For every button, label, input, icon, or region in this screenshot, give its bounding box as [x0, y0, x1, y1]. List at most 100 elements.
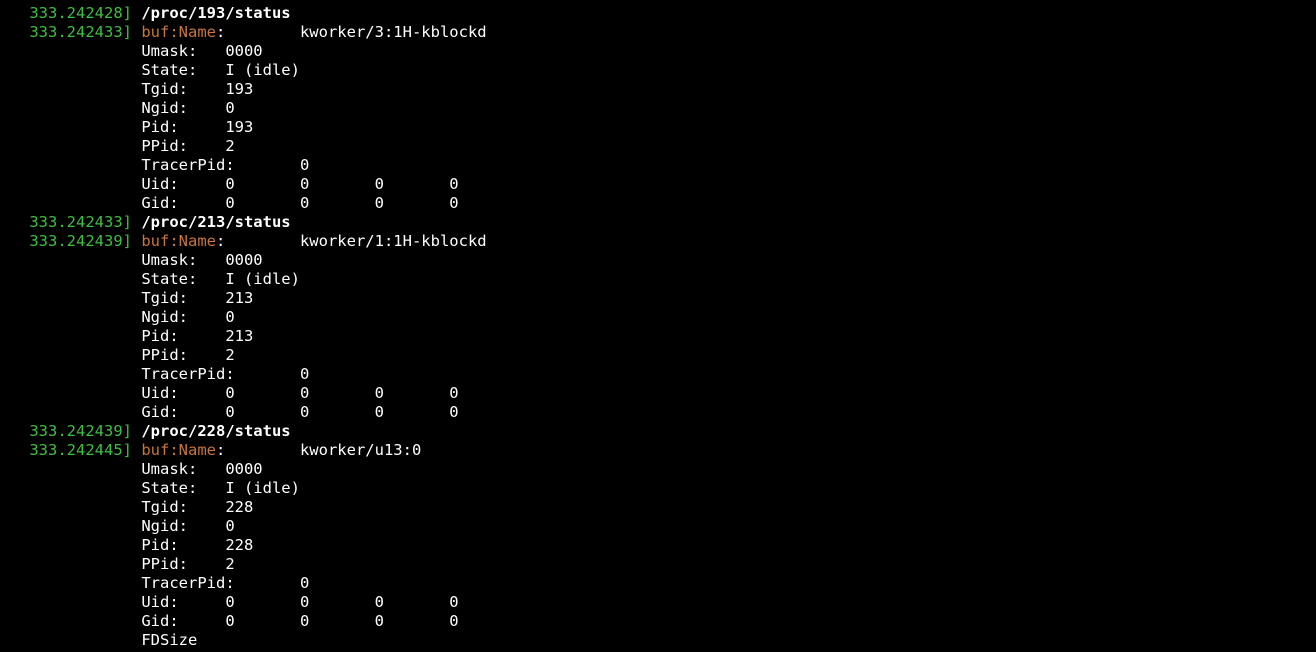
- status-field: Tgid: 213: [141, 289, 254, 307]
- status-field: PPid: 2: [141, 137, 235, 155]
- terminal-line: Uid: 0 0 0 0: [20, 593, 1310, 612]
- log-timestamp: [20, 403, 141, 421]
- process-name-value: : kworker/1:1H-kblockd: [215, 232, 487, 250]
- status-field: Umask: 0000: [141, 460, 263, 478]
- status-field: PPid: 2: [141, 346, 235, 364]
- status-field: PPid: 2: [141, 555, 235, 573]
- terminal-line: 333.242439] /proc/228/status: [20, 422, 1310, 441]
- process-name-value: : kworker/u13:0: [215, 441, 422, 459]
- status-field: State: I (idle): [141, 270, 300, 288]
- terminal-line: Pid: 193: [20, 118, 1310, 137]
- log-timestamp: [20, 327, 141, 345]
- log-timestamp: [20, 517, 141, 535]
- status-field: Uid: 0 0 0 0: [141, 593, 459, 611]
- terminal-output[interactable]: 333.242428] /proc/193/status 333.242433]…: [20, 4, 1310, 650]
- log-timestamp: [20, 365, 141, 383]
- log-timestamp: 333.242439]: [20, 422, 142, 440]
- terminal-line: Ngid: 0: [20, 517, 1310, 536]
- log-timestamp: [20, 118, 141, 136]
- terminal-line: Tgid: 213: [20, 289, 1310, 308]
- log-timestamp: [20, 536, 141, 554]
- status-field: TracerPid: 0: [141, 574, 310, 592]
- status-field: Gid: 0 0 0 0: [141, 194, 459, 212]
- log-timestamp: [20, 80, 141, 98]
- log-timestamp: [20, 175, 141, 193]
- status-field: Uid: 0 0 0 0: [141, 384, 459, 402]
- log-timestamp: [20, 194, 141, 212]
- status-field: State: I (idle): [141, 61, 300, 79]
- status-field: Ngid: 0: [141, 99, 235, 117]
- status-field: Gid: 0 0 0 0: [141, 612, 459, 630]
- log-timestamp: 333.242439]: [20, 232, 142, 250]
- log-timestamp: [20, 479, 141, 497]
- log-timestamp: [20, 384, 141, 402]
- log-timestamp: [20, 99, 141, 117]
- terminal-line: Tgid: 228: [20, 498, 1310, 517]
- terminal-line: Tgid: 193: [20, 80, 1310, 99]
- status-field: Tgid: 193: [141, 80, 254, 98]
- status-field: Uid: 0 0 0 0: [141, 175, 459, 193]
- status-field: TracerPid: 0: [141, 156, 310, 174]
- status-field: TracerPid: 0: [141, 365, 310, 383]
- log-timestamp: [20, 251, 141, 269]
- status-field: Tgid: 228: [141, 498, 254, 516]
- terminal-line: 333.242439] buf:Name: kworker/1:1H-kbloc…: [20, 232, 1310, 251]
- log-timestamp: [20, 460, 141, 478]
- terminal-line: 333.242445] buf:Name: kworker/u13:0: [20, 441, 1310, 460]
- log-timestamp: 333.242433]: [20, 23, 142, 41]
- terminal-line: Pid: 213: [20, 327, 1310, 346]
- terminal-line: Umask: 0000: [20, 251, 1310, 270]
- status-field: Umask: 0000: [141, 42, 263, 60]
- terminal-line: 333.242428] /proc/193/status: [20, 4, 1310, 23]
- status-field: Pid: 193: [141, 118, 254, 136]
- terminal-line: 333.242433] buf:Name: kworker/3:1H-kbloc…: [20, 23, 1310, 42]
- log-timestamp: [20, 270, 141, 288]
- buf-label: buf:Name: [141, 441, 216, 459]
- terminal-line: TracerPid: 0: [20, 365, 1310, 384]
- terminal-line: TracerPid: 0: [20, 156, 1310, 175]
- terminal-line: Gid: 0 0 0 0: [20, 403, 1310, 422]
- status-field: Pid: 228: [141, 536, 254, 554]
- terminal-line: 333.242433] /proc/213/status: [20, 213, 1310, 232]
- status-field: FDSize: [141, 631, 198, 649]
- status-field: Ngid: 0: [141, 308, 235, 326]
- terminal-line: PPid: 2: [20, 346, 1310, 365]
- process-name-value: : kworker/3:1H-kblockd: [215, 23, 487, 41]
- log-timestamp: 333.242428]: [20, 4, 142, 22]
- status-field: Ngid: 0: [141, 517, 235, 535]
- terminal-line: State: I (idle): [20, 61, 1310, 80]
- terminal-line: Gid: 0 0 0 0: [20, 612, 1310, 631]
- terminal-line: State: I (idle): [20, 270, 1310, 289]
- status-field: Umask: 0000: [141, 251, 263, 269]
- terminal-line: Gid: 0 0 0 0: [20, 194, 1310, 213]
- log-timestamp: [20, 574, 141, 592]
- buf-label: buf:Name: [141, 232, 216, 250]
- terminal-line: Umask: 0000: [20, 42, 1310, 61]
- log-timestamp: 333.242445]: [20, 441, 142, 459]
- log-timestamp: [20, 555, 141, 573]
- log-timestamp: [20, 42, 141, 60]
- log-timestamp: [20, 346, 141, 364]
- log-timestamp: [20, 308, 141, 326]
- log-timestamp: [20, 61, 141, 79]
- log-timestamp: [20, 498, 141, 516]
- terminal-line: Uid: 0 0 0 0: [20, 384, 1310, 403]
- terminal-line: Ngid: 0: [20, 308, 1310, 327]
- status-field: Pid: 213: [141, 327, 254, 345]
- log-timestamp: [20, 631, 141, 649]
- terminal-line: State: I (idle): [20, 479, 1310, 498]
- log-timestamp: [20, 137, 141, 155]
- status-field: Gid: 0 0 0 0: [141, 403, 459, 421]
- buf-label: buf:Name: [141, 23, 216, 41]
- terminal-line: PPid: 2: [20, 555, 1310, 574]
- log-timestamp: [20, 156, 141, 174]
- proc-path: /proc/228/status: [141, 422, 291, 440]
- terminal-line: TracerPid: 0: [20, 574, 1310, 593]
- log-timestamp: [20, 593, 141, 611]
- proc-path: /proc/193/status: [141, 4, 291, 22]
- terminal-line: Pid: 228: [20, 536, 1310, 555]
- terminal-line: PPid: 2: [20, 137, 1310, 156]
- proc-path: /proc/213/status: [141, 213, 291, 231]
- log-timestamp: 333.242433]: [20, 213, 142, 231]
- log-timestamp: [20, 612, 141, 630]
